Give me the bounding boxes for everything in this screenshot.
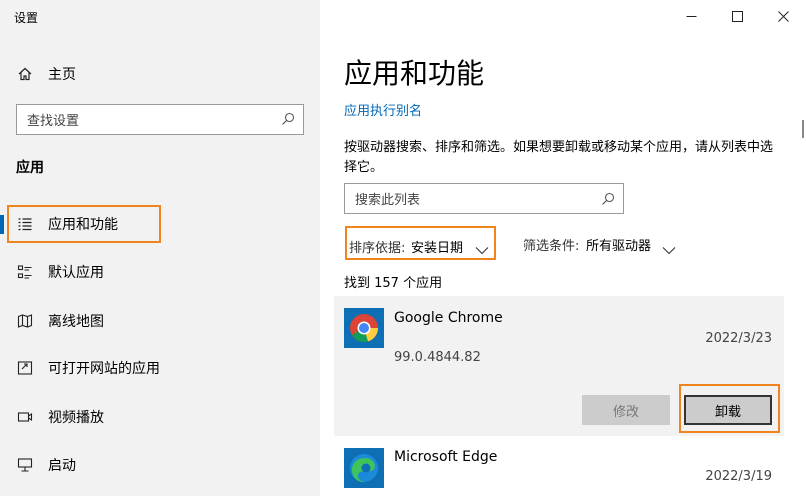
sidebar-item-offline-maps[interactable]: 离线地图	[0, 301, 320, 341]
close-button[interactable]	[760, 0, 806, 32]
sidebar-item-label: 默认应用	[48, 265, 104, 281]
app-install-date: 2022/3/23	[705, 331, 772, 346]
app-version: 99.0.4844.82	[394, 350, 481, 365]
app-list-item[interactable]: Microsoft Edge 2022/3/19	[334, 436, 784, 496]
selection-indicator	[0, 215, 4, 234]
offline-map-icon	[17, 313, 33, 329]
video-playback-icon	[17, 409, 33, 425]
app-count-text: 找到 157 个应用	[344, 276, 443, 291]
window-title: 设置	[14, 11, 39, 25]
app-name: Microsoft Edge	[394, 449, 498, 465]
app-name: Google Chrome	[394, 310, 503, 326]
sort-value: 安装日期	[411, 241, 464, 256]
filter-value[interactable]: 所有驱动器	[586, 235, 651, 254]
sidebar-item-label: 视频播放	[48, 410, 104, 426]
app-list-search-placeholder: 搜索此列表	[355, 193, 421, 208]
sidebar-item-label: 离线地图	[48, 314, 104, 330]
maximize-icon	[731, 7, 743, 26]
sidebar-item-label: 应用和功能	[48, 217, 118, 233]
apps-list-icon	[17, 216, 33, 232]
web-apps-icon	[17, 360, 33, 376]
sort-label: 排序依据:	[349, 241, 406, 256]
minimize-button[interactable]	[668, 0, 714, 32]
app-alias-link[interactable]: 应用执行别名	[344, 100, 422, 119]
chrome-app-icon	[344, 308, 384, 348]
modify-button: 修改	[582, 395, 670, 425]
close-icon	[777, 7, 789, 26]
page-title: 应用和功能	[344, 57, 485, 90]
sidebar: 设置 主页 查找设置 应用 应用和功能 默认应用 离线地图 可打开网站的应用 视…	[0, 0, 320, 496]
maximize-button[interactable]	[714, 0, 760, 32]
sidebar-item-startup[interactable]: 启动	[0, 445, 320, 485]
uninstall-button[interactable]: 卸载	[684, 395, 772, 425]
section-title: 应用	[16, 160, 44, 176]
sidebar-item-label: 启动	[48, 458, 76, 474]
sort-dropdown[interactable]: 排序依据: 安装日期	[345, 226, 496, 260]
default-apps-icon	[17, 264, 33, 280]
filter-label: 筛选条件:	[523, 239, 580, 254]
sidebar-item-apps-features[interactable]: 应用和功能	[0, 204, 320, 244]
app-install-date: 2022/3/19	[705, 469, 772, 484]
chevron-down-icon	[475, 240, 489, 259]
app-list-search-input[interactable]: 搜索此列表	[344, 183, 624, 214]
startup-icon	[17, 457, 33, 473]
home-nav-item[interactable]: 主页	[0, 54, 320, 94]
home-icon	[17, 66, 33, 82]
edge-app-icon	[344, 448, 384, 488]
minimize-icon	[686, 7, 697, 26]
description-text: 按驱动器搜索、排序和筛选。如果想要卸载或移动某个应用，请从列表中选择它。	[344, 140, 774, 175]
home-label: 主页	[48, 67, 76, 83]
scrollbar-thumb[interactable]	[802, 120, 804, 138]
main-content: 应用和功能 应用执行别名 按驱动器搜索、排序和筛选。如果想要卸载或移动某个应用，…	[320, 0, 806, 496]
app-list-item-selected[interactable]: Google Chrome 2022/3/23 99.0.4844.82 修改 …	[334, 296, 784, 436]
chevron-down-icon[interactable]	[662, 240, 676, 259]
settings-search-placeholder: 查找设置	[27, 114, 80, 129]
sidebar-item-label: 可打开网站的应用	[48, 361, 160, 377]
search-icon	[601, 192, 615, 210]
search-icon	[281, 112, 295, 130]
settings-search-input[interactable]: 查找设置	[16, 104, 304, 135]
sidebar-item-video-playback[interactable]: 视频播放	[0, 397, 320, 437]
sidebar-item-web-apps[interactable]: 可打开网站的应用	[0, 348, 320, 388]
sidebar-item-default-apps[interactable]: 默认应用	[0, 252, 320, 292]
